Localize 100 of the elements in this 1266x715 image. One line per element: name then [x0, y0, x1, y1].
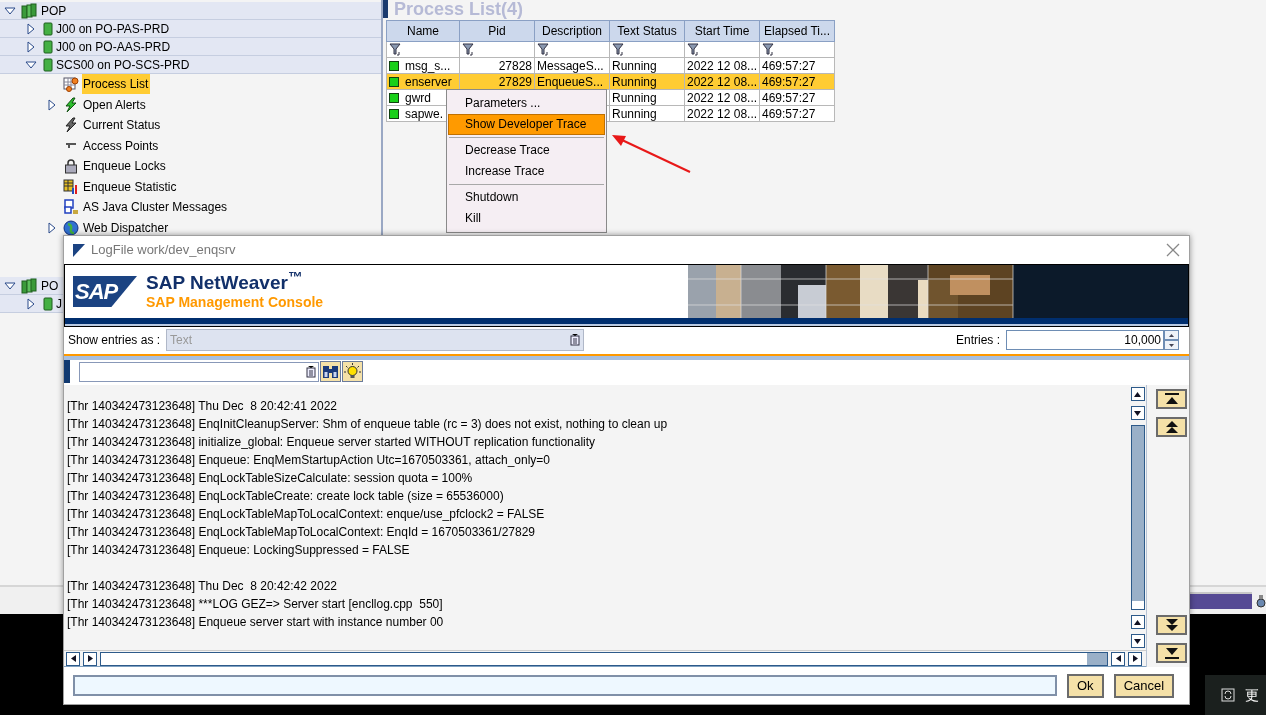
filter-icon: [389, 43, 403, 56]
tree-item[interactable]: Open Alerts: [82, 94, 148, 115]
lightning-icon: [63, 117, 79, 134]
table-cell: 469:57:27: [759, 57, 835, 74]
product-name: SAP NetWeaver$^{™}$: [146, 272, 304, 294]
down-arrow-icon: [1169, 343, 1174, 347]
expanded-triangle-icon[interactable]: [4, 4, 16, 17]
server-icon: [21, 2, 37, 19]
scroll-left-button[interactable]: [66, 651, 80, 666]
close-button[interactable]: [1165, 242, 1181, 258]
up-arrow-icon: [1133, 618, 1142, 626]
lock-icon: [63, 158, 79, 175]
tree-item[interactable]: J: [55, 293, 64, 314]
scroll-top-button[interactable]: [1156, 389, 1187, 409]
menu-item[interactable]: Decrease Trace: [448, 140, 605, 161]
tree-item[interactable]: Enqueue Statistic: [82, 176, 179, 197]
expanded-triangle-icon[interactable]: [25, 58, 37, 71]
log-line: [Thr 140342473123648] Enqueue: EnqMemStartupAction Utc=1670503361, attach_only=0: [67, 452, 552, 469]
log-line: [Thr 140342473123648] ***LOG GEZ=> Server start [encllog.cpp 550]: [67, 596, 444, 613]
column-header[interactable]: Elapsed Ti...: [759, 20, 835, 42]
column-header[interactable]: Name: [386, 20, 460, 42]
tree-item[interactable]: AS Java Cluster Messages: [82, 197, 230, 218]
tree-item[interactable]: PO: [40, 275, 61, 296]
tree-item[interactable]: J00 on PO-AAS-PRD: [55, 36, 173, 57]
collapsed-triangle-icon[interactable]: [46, 221, 58, 234]
page-down-button[interactable]: [1156, 615, 1187, 635]
combo-field[interactable]: [79, 361, 319, 382]
menu-item[interactable]: Shutdown: [448, 187, 605, 208]
sync-icon: [1221, 688, 1235, 702]
scroll-bottom-button[interactable]: [1156, 643, 1187, 663]
tree-item[interactable]: SCS00 on PO-SCS-PRD: [55, 54, 192, 75]
column-header[interactable]: Description: [534, 20, 610, 42]
jar-icon: [1256, 593, 1266, 608]
text-field[interactable]: [73, 675, 1057, 696]
binoculars-icon: [322, 364, 339, 379]
column-header[interactable]: Pid: [459, 20, 535, 42]
filter-icon: [687, 43, 701, 56]
collapsed-triangle-icon[interactable]: [46, 98, 58, 111]
tree-item[interactable]: J00 on PO-PAS-PRD: [55, 18, 172, 39]
dropdown-icon: [570, 334, 581, 346]
menu-item[interactable]: Show Developer Trace: [448, 114, 605, 135]
tree-item[interactable]: Access Points: [82, 135, 161, 156]
column-header[interactable]: Start Time: [684, 20, 760, 42]
tree-item[interactable]: Enqueue Locks: [82, 156, 168, 177]
bar-up-arrow-icon: [1163, 392, 1180, 406]
server-icon: [42, 20, 54, 37]
table-cell: 469:57:27: [759, 89, 835, 106]
table-cell: 27828: [459, 57, 535, 74]
down-arrow-icon: [1133, 409, 1142, 417]
expanded-triangle-icon[interactable]: [4, 279, 16, 292]
window-icon: [73, 243, 85, 257]
highlight-button[interactable]: [342, 361, 363, 382]
taskbar-text: 更: [1245, 685, 1259, 705]
collapsed-triangle-icon[interactable]: [25, 22, 37, 35]
bar-down-arrow-icon: [1163, 646, 1180, 660]
log-line: [Thr 140342473123648] Enqueue server start with instance number 00: [67, 614, 445, 631]
filter-icon: [612, 43, 626, 56]
right-arrow-icon: [86, 654, 94, 663]
right-arrow-icon: [1131, 654, 1139, 663]
menu-item[interactable]: Kill: [448, 208, 605, 229]
spin-down-button[interactable]: [1164, 340, 1179, 350]
sap-logo: SAP: [73, 276, 137, 307]
scroll-down-button[interactable]: [1130, 406, 1145, 420]
spin-up-button[interactable]: [1164, 330, 1179, 340]
scrollbar-thumb[interactable]: [1087, 652, 1107, 665]
scroll-right-button[interactable]: [1128, 651, 1142, 666]
scrollbar-thumb[interactable]: [1131, 426, 1144, 601]
scroll-right-button[interactable]: [83, 651, 97, 666]
collapsed-triangle-icon[interactable]: [25, 40, 37, 53]
collapsed-triangle-icon[interactable]: [25, 297, 37, 310]
scroll-up-button[interactable]: [1130, 387, 1145, 401]
scroll-up-button[interactable]: [1130, 615, 1145, 629]
process-name: sapwe.: [405, 106, 444, 121]
left-arrow-icon: [1114, 654, 1122, 663]
tree-item[interactable]: POP: [40, 0, 69, 21]
process-name: gwrd: [405, 90, 431, 105]
panel-title: Process List(4): [393, 0, 524, 18]
number-field[interactable]: 10,000: [1006, 330, 1164, 350]
cancel-button[interactable]: Cancel: [1113, 673, 1175, 698]
table-cell: Running: [609, 105, 685, 122]
ok-button[interactable]: Ok: [1067, 673, 1104, 698]
scroll-down-button[interactable]: [1130, 634, 1145, 648]
tree-item[interactable]: Web Dispatcher: [82, 217, 171, 238]
menu-item[interactable]: Increase Trace: [448, 161, 605, 182]
chart-icon: [63, 178, 79, 195]
table-cell: 469:57:27: [759, 105, 835, 122]
lightbulb-icon: [344, 363, 361, 380]
log-line: [Thr 140342473123648] EnqInitCleanupServer: Shm of enqueue table (rc = 3) does not exist, nothing to clean up: [67, 416, 669, 433]
dialog-title: LogFile work/dev_enqsrv: [91, 241, 236, 260]
tree-item[interactable]: Process List: [82, 74, 151, 95]
find-button[interactable]: [320, 361, 341, 382]
table-row[interactable]: msg_s... 27828 MessageS... Running 2022 12 08... 469:57:27: [386, 57, 835, 74]
scroll-left-button[interactable]: [1111, 651, 1125, 666]
column-header[interactable]: Text Status: [609, 20, 685, 42]
status-icon: [389, 108, 399, 119]
table-row[interactable]: enserver 27829 EnqueueS... Running 2022 12 08... 469:57:27: [386, 73, 835, 90]
table-cell: MessageS...: [534, 57, 610, 74]
tree-item[interactable]: Current Status: [82, 115, 163, 136]
header-bar: [383, 0, 388, 18]
page-up-button[interactable]: [1156, 417, 1187, 437]
